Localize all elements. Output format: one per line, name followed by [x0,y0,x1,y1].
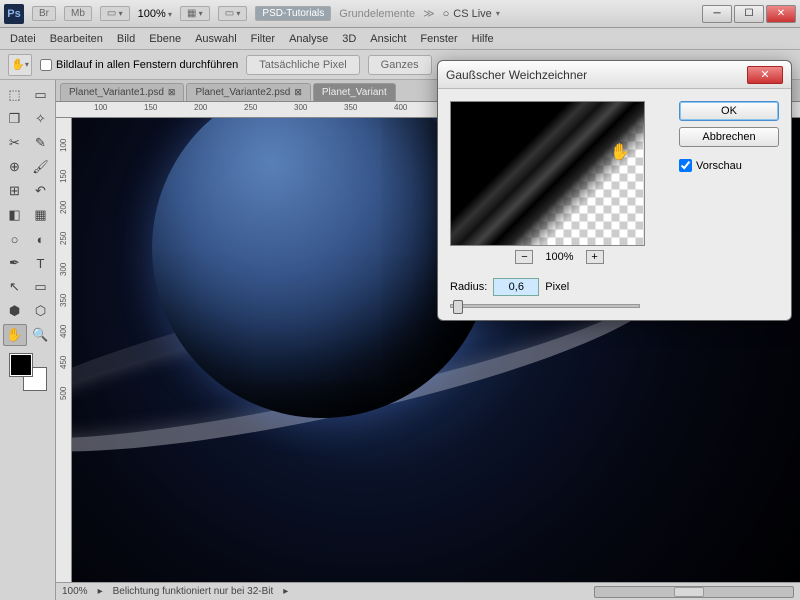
heal-tool[interactable]: ⊕ [3,156,27,178]
current-tool-icon[interactable]: ✋ [8,54,32,76]
cslive-dropdown[interactable]: CS Live [443,8,500,20]
preview-zoom-level: 100% [545,251,573,263]
gaussian-blur-dialog: Gaußscher Weichzeichner ✕ ✋ − 100% + Rad… [437,60,792,321]
menu-analyse[interactable]: Analyse [289,33,328,45]
eyedropper-tool[interactable]: ✎ [29,132,53,154]
vertical-ruler: 100150200250300350400450500 [56,118,72,600]
radius-label: Radius: [450,281,487,293]
scroll-all-checkbox[interactable]: Bildlauf in allen Fenstern durchführen [40,59,238,71]
menu-datei[interactable]: Datei [10,33,36,45]
menu-filter[interactable]: Filter [251,33,275,45]
hand-cursor-icon: ✋ [610,142,630,162]
cancel-button[interactable]: Abbrechen [679,127,779,147]
status-arrow-icon[interactable]: ▸ [98,586,103,597]
view-extras-dropdown[interactable]: ▭ [100,6,130,21]
zoom-out-button[interactable]: − [515,250,533,264]
dodge-tool[interactable]: ◐ [29,228,53,250]
menu-fenster[interactable]: Fenster [420,33,457,45]
menu-ebene[interactable]: Ebene [149,33,181,45]
status-arrow2-icon[interactable]: ▸ [283,586,288,597]
scroll-all-input[interactable] [40,59,52,71]
dialog-titlebar[interactable]: Gaußscher Weichzeichner ✕ [438,61,791,89]
dialog-close-button[interactable]: ✕ [747,66,783,84]
doc-tab-0[interactable]: Planet_Variante1.psd⊠ [60,83,184,101]
fit-screen-button[interactable]: Ganzes [368,55,432,75]
dialog-title: Gaußscher Weichzeichner [446,68,587,82]
workspace-more[interactable]: ≫ [423,7,435,20]
doc-tab-1[interactable]: Planet_Variante2.psd⊠ [186,83,310,101]
foreground-color[interactable] [10,354,32,376]
eraser-tool[interactable]: ◧ [3,204,27,226]
doc-tab-2[interactable]: Planet_Variant [313,83,396,101]
workspace-grundelemente[interactable]: Grundelemente [339,8,415,20]
scrollbar-thumb[interactable] [674,587,704,597]
zoom-dropdown[interactable]: 100% [138,8,172,20]
radius-slider[interactable] [450,304,640,308]
menu-bar: Datei Bearbeiten Bild Ebene Auswahl Filt… [0,28,800,50]
lasso-tool[interactable]: ❒ [3,108,27,130]
menu-auswahl[interactable]: Auswahl [195,33,237,45]
close-tab-icon[interactable]: ⊠ [168,87,176,98]
radius-unit: Pixel [545,281,569,293]
status-zoom[interactable]: 100% [62,586,88,597]
minimize-button[interactable]: ─ [702,5,732,23]
radius-input[interactable] [493,278,539,296]
history-brush-tool[interactable]: ↶ [29,180,53,202]
menu-bearbeiten[interactable]: Bearbeiten [50,33,103,45]
close-button[interactable]: ✕ [766,5,796,23]
menu-hilfe[interactable]: Hilfe [472,33,494,45]
close-tab-icon[interactable]: ⊠ [294,87,302,98]
color-swatches[interactable] [10,354,46,390]
preview-checkbox[interactable]: Vorschau [679,159,779,172]
preview-checkbox-input[interactable] [679,159,692,172]
menu-ansicht[interactable]: Ansicht [370,33,406,45]
blur-tool[interactable]: ○ [3,228,27,250]
selection-tool[interactable]: ▭ [29,84,53,106]
minibridge-button[interactable]: Mb [64,6,92,21]
slider-thumb[interactable] [453,300,463,314]
move-tool[interactable]: ⬚ [3,84,27,106]
screenmode-dropdown[interactable]: ▭ [218,6,248,21]
horizontal-scrollbar[interactable] [594,586,794,598]
toolbox: ⬚ ▭ ❒ ✧ ✂ ✎ ⊕ 🖌 ⊞ ↶ ◧ ▦ ○ ◐ ✒ T ↖ ▭ ⬢ ⬡ … [0,80,56,600]
3d-tool[interactable]: ⬢ [3,300,27,322]
3d-camera-tool[interactable]: ⬡ [29,300,53,322]
maximize-button[interactable]: ☐ [734,5,764,23]
wand-tool[interactable]: ✧ [29,108,53,130]
status-message: Belichtung funktioniert nur bei 32-Bit [113,586,274,597]
type-tool[interactable]: T [29,252,53,274]
gradient-tool[interactable]: ▦ [29,204,53,226]
hand-tool[interactable]: ✋ [3,324,27,346]
crop-tool[interactable]: ✂ [3,132,27,154]
arrange-dropdown[interactable]: ▦ [180,6,210,21]
ok-button[interactable]: OK [679,101,779,121]
status-bar: 100% ▸ Belichtung funktioniert nur bei 3… [56,582,800,600]
filter-preview[interactable]: ✋ [450,101,645,246]
preview-checkbox-label: Vorschau [696,160,742,172]
bridge-button[interactable]: Br [32,6,56,21]
stamp-tool[interactable]: ⊞ [3,180,27,202]
zoom-in-button[interactable]: + [586,250,604,264]
menu-3d[interactable]: 3D [342,33,356,45]
zoom-tool[interactable]: 🔍 [29,324,53,346]
shape-tool[interactable]: ▭ [29,276,53,298]
app-icon: Ps [4,4,24,24]
title-bar: Ps Br Mb ▭ 100% ▦ ▭ PSD-Tutorials Grunde… [0,0,800,28]
workspace-psd-tutorials[interactable]: PSD-Tutorials [255,6,331,21]
pen-tool[interactable]: ✒ [3,252,27,274]
scroll-all-label: Bildlauf in allen Fenstern durchführen [56,59,238,71]
brush-tool[interactable]: 🖌 [29,156,53,178]
actual-pixels-button[interactable]: Tatsächliche Pixel [246,55,359,75]
menu-bild[interactable]: Bild [117,33,135,45]
path-tool[interactable]: ↖ [3,276,27,298]
